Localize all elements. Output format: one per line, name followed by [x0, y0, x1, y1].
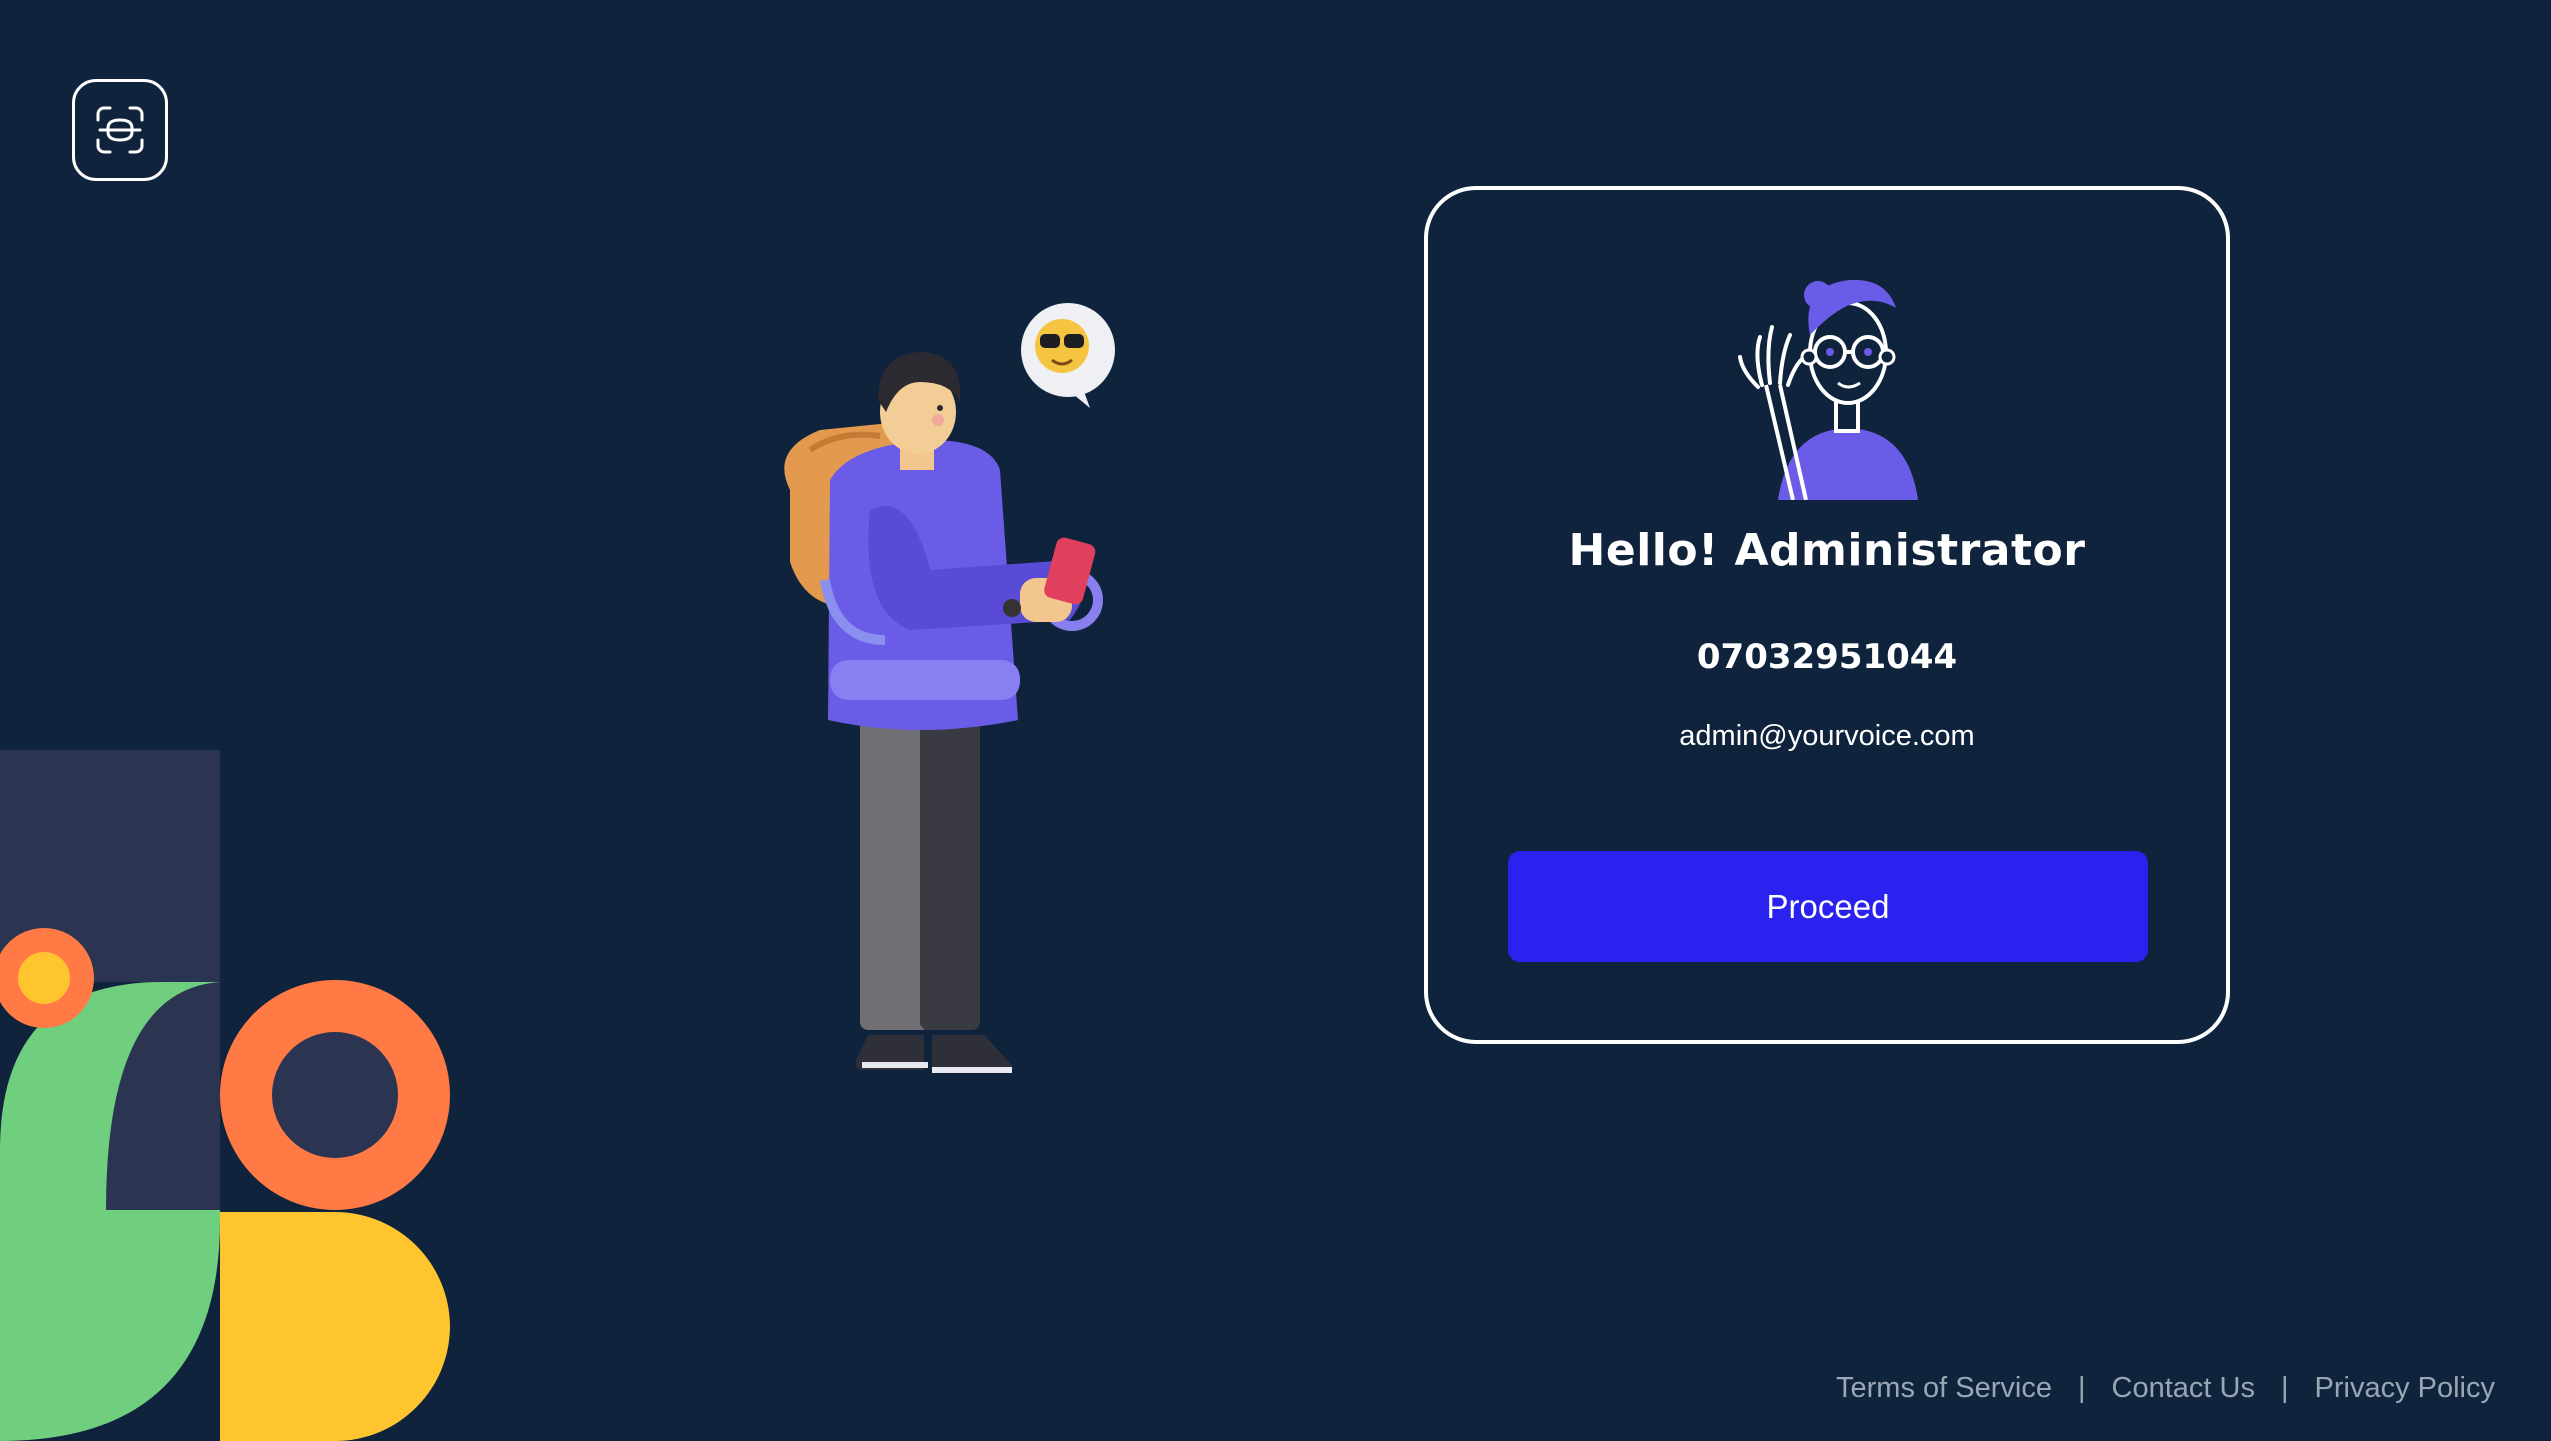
privacy-policy-link[interactable]: Privacy Policy: [2315, 1372, 2496, 1405]
contact-us-link[interactable]: Contact Us: [2112, 1372, 2255, 1405]
terms-of-service-link[interactable]: Terms of Service: [1836, 1372, 2052, 1405]
footer-separator: |: [2077, 1372, 2086, 1404]
footer-separator: |: [2280, 1372, 2289, 1404]
decorative-shapes: [0, 750, 450, 1441]
person-with-phone-illustration: [784, 303, 1115, 1073]
email-address: admin@yourvoice.com: [1679, 720, 1975, 752]
login-confirmation-page: Hello! Administrator 07032951044 admin@y…: [0, 0, 2551, 1441]
greeting-heading: Hello! Administrator: [1568, 525, 2086, 576]
profile-card: Hello! Administrator 07032951044 admin@y…: [1424, 186, 2230, 1044]
waving-man-avatar-icon: [1738, 279, 1918, 500]
face-scan-logo-icon[interactable]: [72, 79, 168, 181]
footer-links: Terms of Service | Contact Us | Privacy …: [1836, 1372, 2495, 1405]
face-scan-icon: [96, 106, 144, 154]
proceed-button[interactable]: Proceed: [1508, 851, 2148, 962]
phone-number: 07032951044: [1696, 637, 1958, 677]
sunglasses-emoji-bubble: [1021, 303, 1115, 408]
